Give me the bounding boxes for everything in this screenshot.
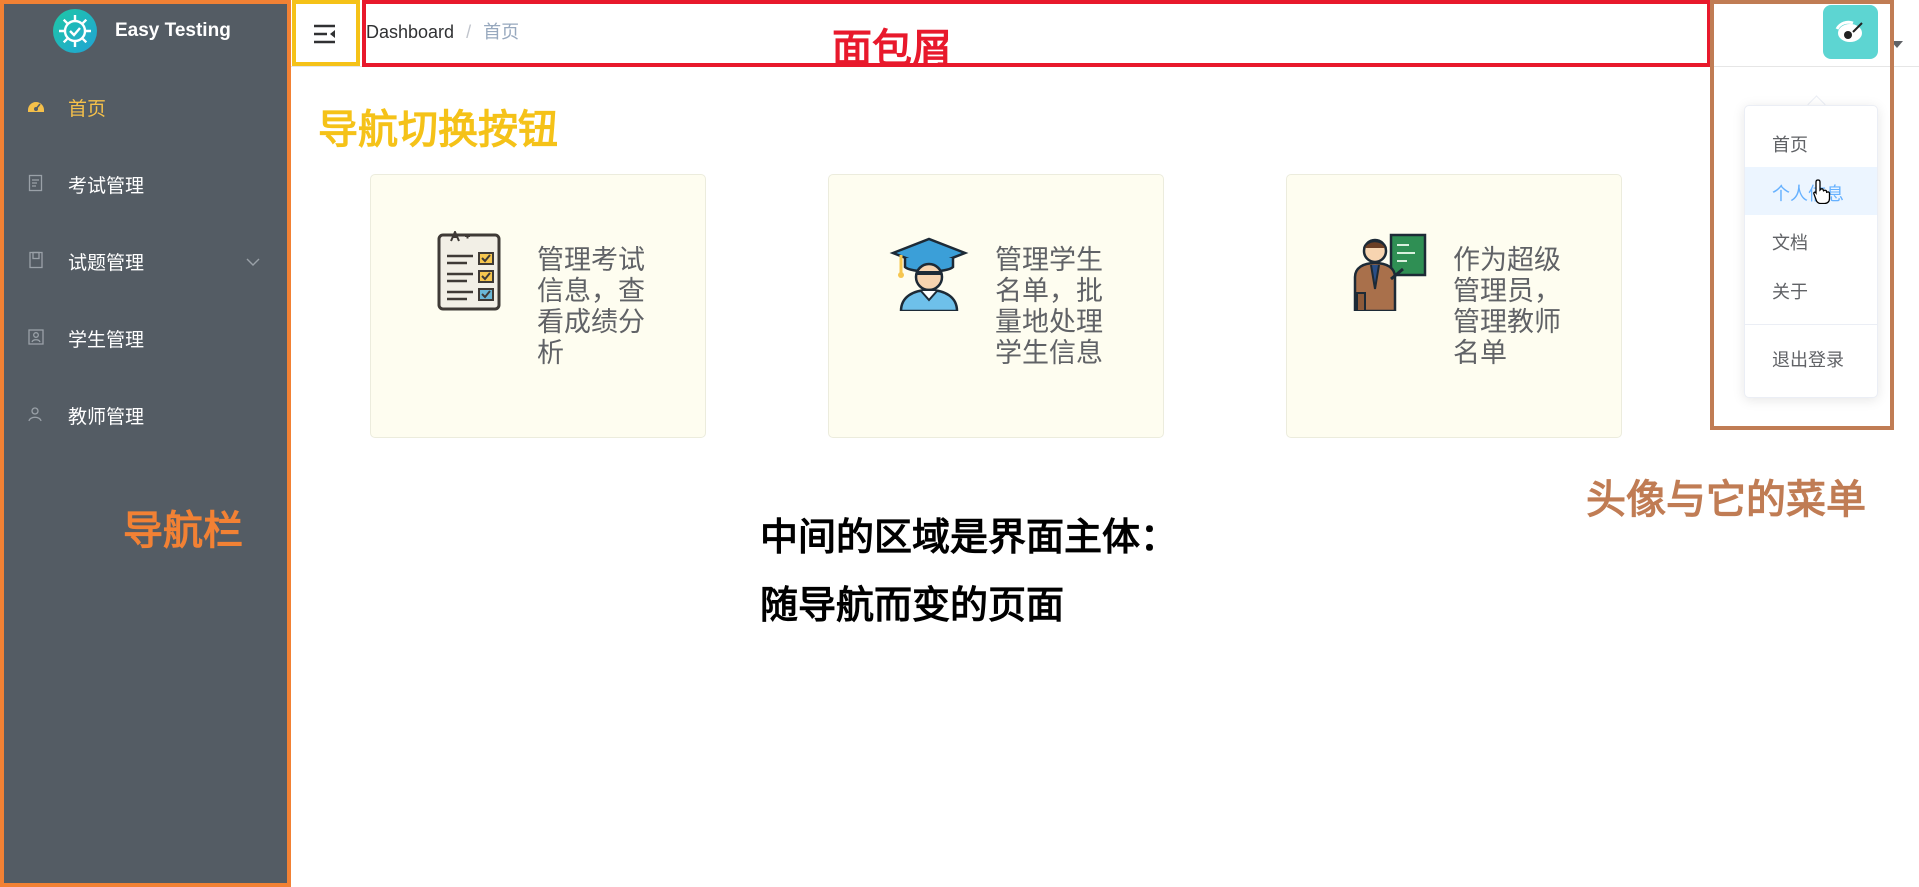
main-text-line-1: 中间的区域是界面主体： [760, 515, 1179, 559]
card-teachers[interactable]: 作为超级管理员，管理教师名单 [1286, 174, 1622, 438]
main-text-line-2: 随导航而变的页面 [760, 583, 1065, 627]
annotation-toggle-label: 导航切换按钮 [318, 107, 558, 153]
exam-paper-icon [431, 229, 511, 311]
annotation-sidebar-label: 导航栏 [123, 508, 243, 554]
annotation-toggle-box [292, 0, 360, 66]
teacher-presenting-icon [1347, 231, 1427, 313]
annotation-sidebar-box [0, 0, 291, 887]
annotation-breadcrumb-label: 面包屑 [832, 26, 952, 72]
main-content-description: 中间的区域是界面主体： 随导航而变的页面 [760, 503, 1178, 639]
graduate-student-icon [889, 231, 969, 313]
annotation-breadcrumb-box [362, 0, 1711, 67]
card-students[interactable]: 管理学生名单，批量地处理学生信息 [828, 174, 1164, 438]
annotation-avatar-box [1710, 0, 1894, 430]
annotation-avatar-label: 头像与它的菜单 [1586, 477, 1866, 523]
card-teachers-text: 作为超级管理员，管理教师名单 [1453, 245, 1561, 369]
card-students-text: 管理学生名单，批量地处理学生信息 [995, 245, 1103, 369]
card-exam[interactable]: 管理考试信息，查看成绩分析 [370, 174, 706, 438]
card-exam-text: 管理考试信息，查看成绩分析 [537, 245, 645, 369]
